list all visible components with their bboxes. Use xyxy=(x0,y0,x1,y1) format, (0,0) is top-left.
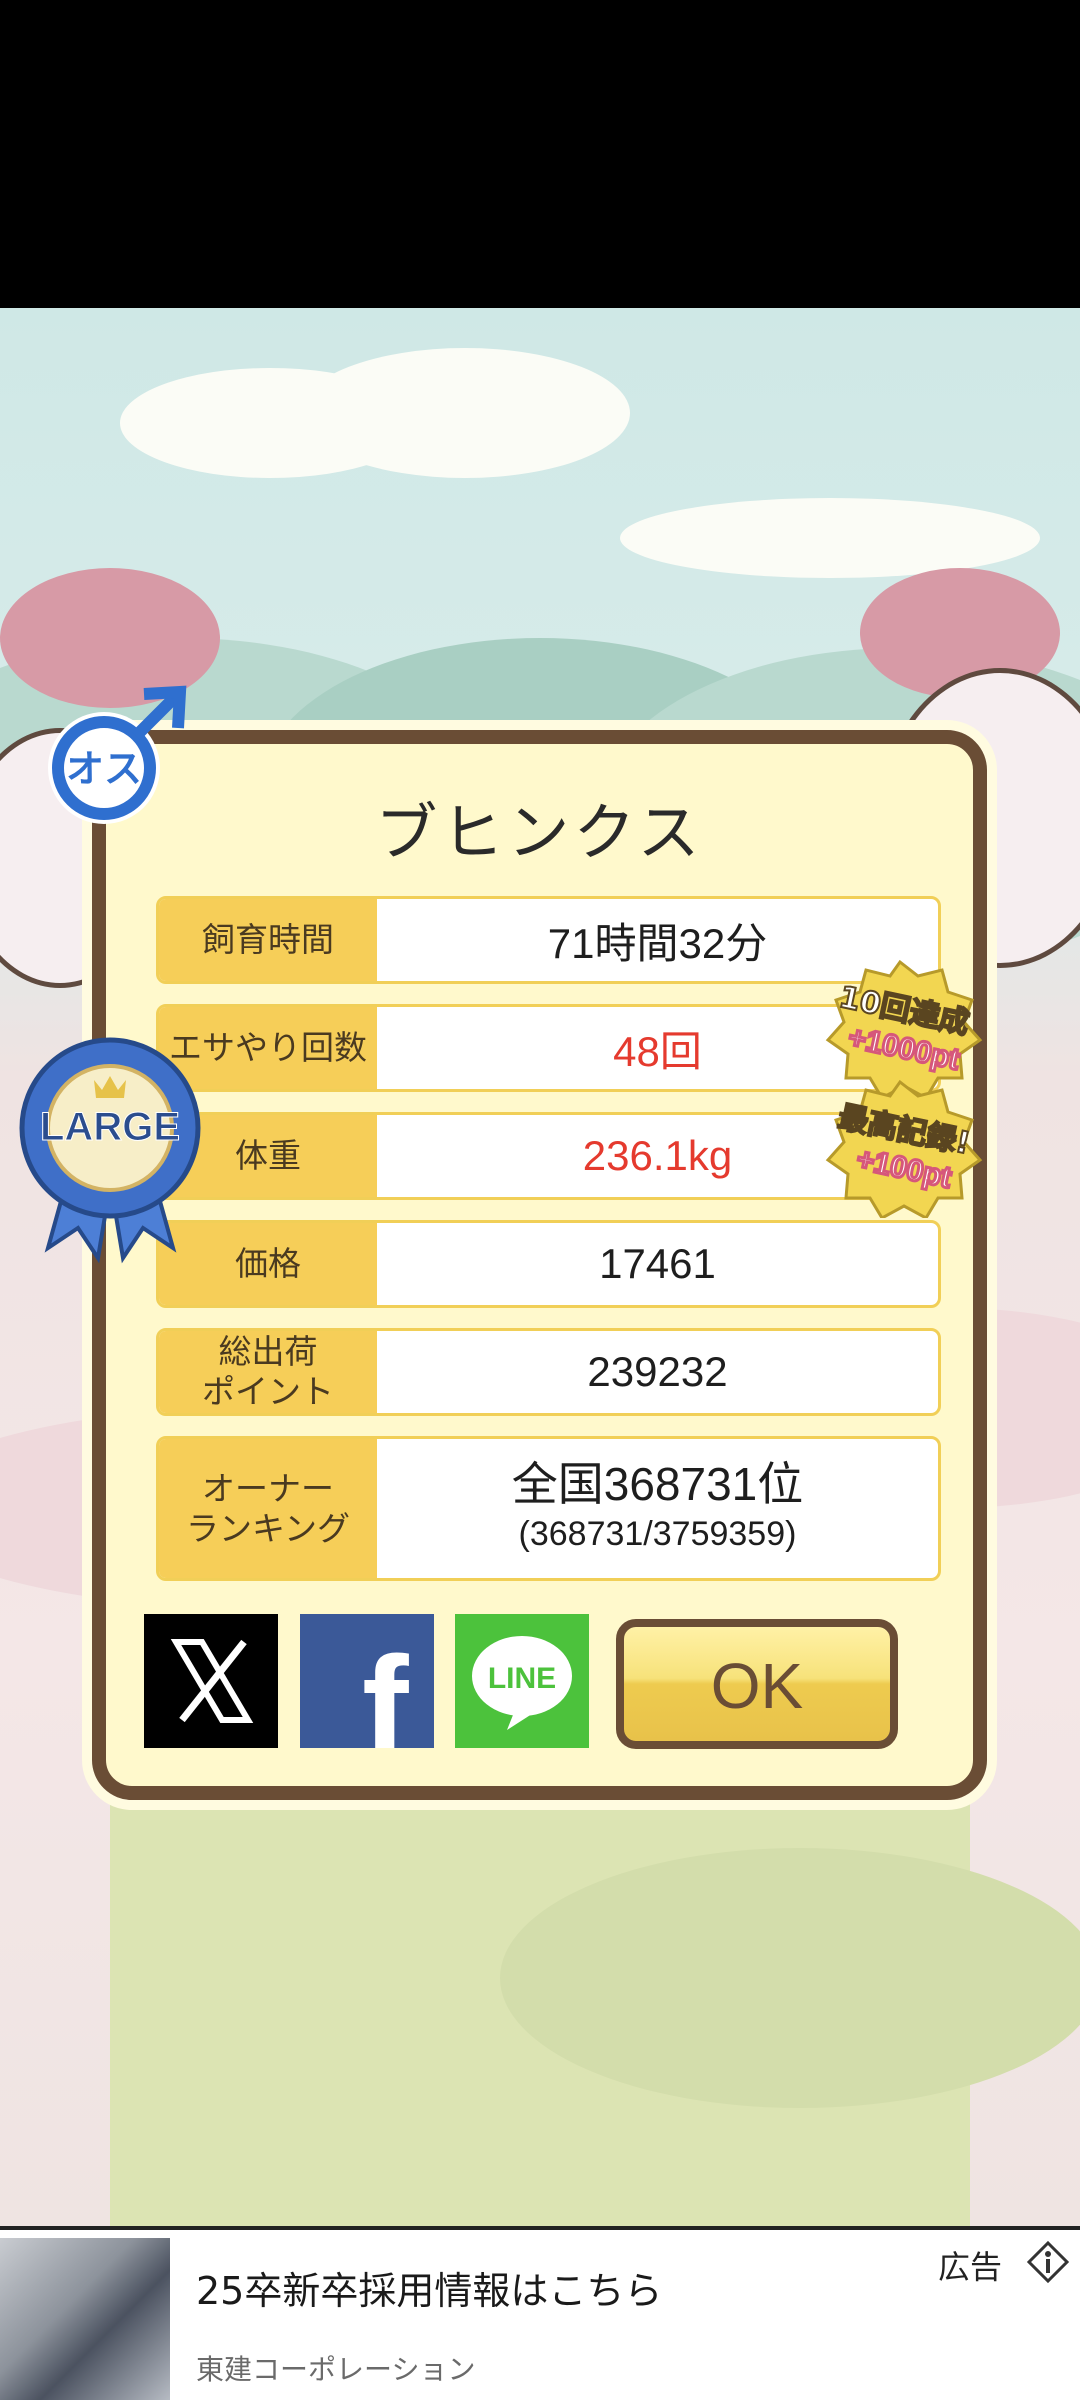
stat-label: オーナー ランキング xyxy=(159,1439,377,1578)
ok-label: OK xyxy=(710,1650,804,1722)
x-label: X xyxy=(144,1614,145,1615)
gender-label: オス xyxy=(66,747,142,791)
ranking-value: 全国368731位 (368731/3759359) xyxy=(377,1439,938,1578)
stat-value: 239232 xyxy=(587,1348,728,1395)
stat-row-owner-ranking: オーナー ランキング 全国368731位 (368731/3759359) xyxy=(156,1436,941,1581)
ad-image[interactable] xyxy=(0,2238,170,2400)
ok-button[interactable]: OK xyxy=(616,1619,898,1749)
line-logo-icon: LINE xyxy=(472,1636,572,1730)
pet-result-dialog: ブヒンクス 飼育時間 71時間32分 エサやり回数 48回 体重 236.1kg… xyxy=(92,730,987,1800)
line-label: LINE xyxy=(488,1662,556,1695)
ad-banner[interactable]: 25卒新卒採用情報はこちら 東建コーポレーション 広告 xyxy=(0,2226,1080,2400)
stat-row-total-points: 総出荷 ポイント 239232 xyxy=(156,1328,941,1416)
share-x-button[interactable]: X xyxy=(144,1614,278,1748)
status-bar-area xyxy=(0,0,1080,308)
ad-company: 東建コーポレーション xyxy=(196,2353,476,2386)
stat-value: 17461 xyxy=(599,1240,716,1287)
share-facebook-button[interactable]: f xyxy=(300,1614,434,1784)
share-line-button[interactable]: LINE xyxy=(455,1614,589,1748)
achievement-count-badge: 10回達成 +1000pt xyxy=(825,959,983,1098)
large-ribbon-icon: LARGE xyxy=(19,1037,201,1264)
ad-title[interactable]: 25卒新卒採用情報はこちら xyxy=(196,2260,662,2315)
stat-label: 飼育時間 xyxy=(159,899,377,981)
stat-label: 総出荷 ポイント xyxy=(159,1331,377,1413)
pet-name: ブヒンクス xyxy=(375,796,704,869)
size-label: LARGE xyxy=(40,1105,180,1149)
ad-tag: 広告 xyxy=(938,2248,1003,2286)
achievement-record-badge: 最高記録! +100pt xyxy=(825,1079,983,1218)
facebook-logo-icon: f xyxy=(362,1627,409,1784)
male-symbol-icon: オス xyxy=(48,685,187,824)
facebook-label: f xyxy=(362,1627,409,1748)
ranking-detail: (368731/3759359) xyxy=(518,1514,797,1553)
ranking-rank: 全国368731位 xyxy=(511,1457,804,1510)
x-logo-icon: X xyxy=(144,1614,254,1723)
stat-row-price: 価格 17461 xyxy=(156,1220,941,1308)
ad-info-icon[interactable] xyxy=(1026,2240,1070,2284)
